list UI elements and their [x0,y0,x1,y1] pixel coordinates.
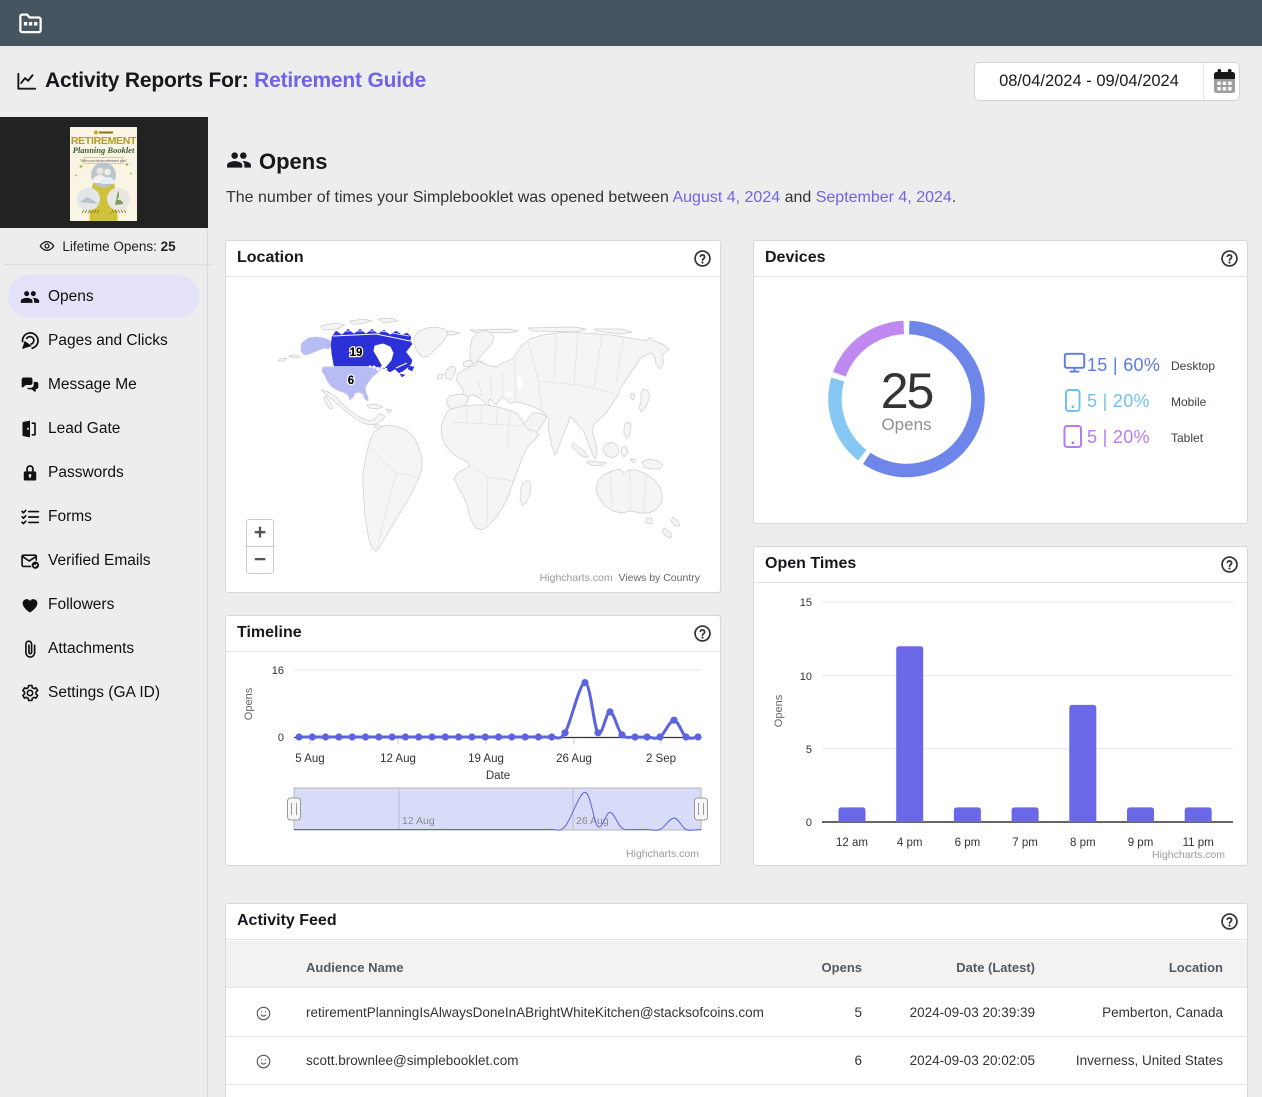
svg-text:19: 19 [350,347,363,359]
svg-text:19 Aug: 19 Aug [468,753,504,765]
svg-text:✦: ✦ [129,171,133,176]
svg-text:✦: ✦ [74,173,78,178]
svg-text:Opens: Opens [243,687,255,720]
svg-text:8 pm: 8 pm [1070,837,1096,849]
svg-text:2 Sep: 2 Sep [646,753,676,765]
svg-text:5 Aug: 5 Aug [295,753,324,765]
svg-text:Date: Date [486,770,510,782]
svg-text:12 Aug: 12 Aug [402,815,435,827]
svg-text:5: 5 [806,744,812,756]
svg-text:✦: ✦ [124,161,130,169]
svg-text:15: 15 [800,597,812,609]
svg-text:"With your future retirement p: "With your future retirement plan" [80,159,127,163]
svg-text:Opens: Opens [773,694,785,727]
svg-text:6 pm: 6 pm [955,837,981,849]
svg-text:16: 16 [272,665,284,677]
svg-text:12 am: 12 am [836,837,868,849]
svg-text:✦: ✦ [78,163,84,171]
svg-text:Planning Booklet: Planning Booklet [73,145,135,155]
svg-text:26 Aug: 26 Aug [556,753,592,765]
svg-text:4 pm: 4 pm [897,837,923,849]
svg-text:12 Aug: 12 Aug [380,753,416,765]
svg-text:10: 10 [800,671,812,683]
svg-text:11 pm: 11 pm [1183,837,1214,849]
svg-text:7 pm: 7 pm [1012,837,1038,849]
svg-text:0: 0 [806,817,812,829]
svg-text:9 pm: 9 pm [1128,837,1154,849]
svg-text:6: 6 [348,375,354,387]
svg-text:0: 0 [278,732,284,744]
